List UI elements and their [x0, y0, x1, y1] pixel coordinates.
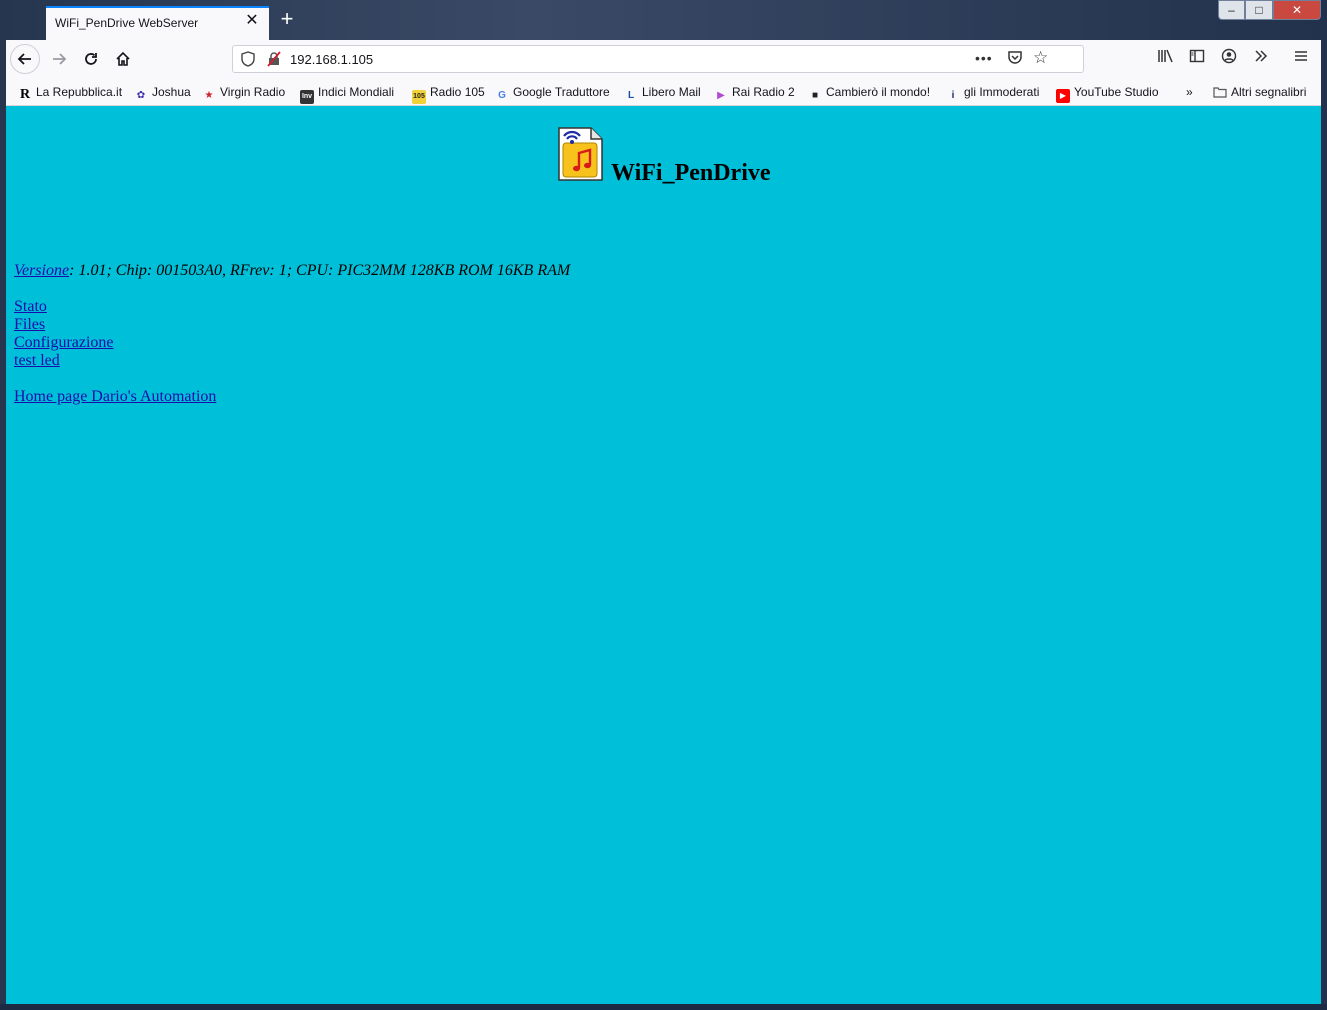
bookmark-favicon-icon: i	[951, 90, 955, 101]
bookmarks-toolbar: » Altri segnalibri R La Repubblica.it ✿ Jos…	[6, 78, 1321, 106]
link-stato[interactable]: Stato	[14, 298, 47, 316]
bookmark-label: Google Traduttore	[513, 85, 610, 99]
bookmark-favicon-icon: ■	[811, 90, 819, 101]
link-home-page[interactable]: Home page Dario's Automation	[14, 388, 216, 406]
bookmark-favicon-icon: L	[627, 90, 635, 101]
navigation-bar: 192.168.1.105 ••• ☆	[6, 40, 1321, 78]
bookmark-item[interactable]: ✿ Joshua	[134, 84, 191, 101]
bookmark-item[interactable]: i gli Immoderati	[946, 84, 1040, 101]
link-files[interactable]: Files	[14, 316, 45, 334]
bookmark-favicon-icon: ✿	[136, 90, 146, 101]
bookmark-label: Joshua	[152, 85, 191, 99]
bookmark-label: La Repubblica.it	[36, 85, 123, 99]
tab-strip: WiFi_PenDrive WebServer ✕ + – □ ✕	[0, 0, 1327, 40]
overflow-icon[interactable]	[1250, 48, 1272, 68]
page-title: WiFi_PenDrive	[611, 160, 771, 186]
browser-window: WiFi_PenDrive WebServer ✕ + – □ ✕ 192.16…	[0, 0, 1327, 1010]
forward-arrow-icon[interactable]	[44, 44, 74, 74]
window-frame-bottom	[0, 1004, 1327, 1010]
reload-icon[interactable]	[76, 44, 106, 74]
bookmark-label: YouTube Studio	[1074, 85, 1159, 99]
bookmark-item[interactable]: 105 Radio 105	[412, 84, 485, 104]
other-bookmarks-folder[interactable]: Altri segnalibri	[1213, 84, 1306, 100]
bookmark-item[interactable]: ▶ YouTube Studio	[1056, 84, 1159, 103]
link-configurazione[interactable]: Configurazione	[14, 334, 114, 352]
minimize-button[interactable]: –	[1218, 0, 1245, 20]
bookmark-label: Rai Radio 2	[732, 85, 795, 99]
bookmark-label: gli Immoderati	[964, 85, 1040, 99]
version-link[interactable]: Versione	[14, 262, 69, 279]
page-content: WiFi_PenDrive Versione: 1.01; Chip: 0015…	[6, 106, 1321, 1004]
tracking-shield-icon[interactable]	[241, 51, 257, 67]
back-arrow-icon[interactable]	[10, 44, 40, 74]
bookmark-label: Radio 105	[430, 85, 485, 99]
version-details: : 1.01; Chip: 001503A0, RFrev: 1; CPU: P…	[69, 262, 571, 279]
account-icon[interactable]	[1218, 48, 1240, 68]
close-icon[interactable]: ✕	[244, 13, 260, 29]
pocket-icon[interactable]	[1007, 49, 1023, 69]
bookmark-item[interactable]: ▶ Rai Radio 2	[714, 84, 795, 101]
other-bookmarks-label: Altri segnalibri	[1231, 85, 1307, 99]
bookmark-label: Libero Mail	[642, 85, 701, 99]
home-icon[interactable]	[108, 44, 138, 74]
maximize-button[interactable]: □	[1245, 0, 1273, 20]
page-actions-icon[interactable]: •••	[975, 50, 993, 66]
bookmark-item[interactable]: R La Repubblica.it	[18, 84, 123, 102]
bookmark-item[interactable]: ★ Virgin Radio	[202, 84, 286, 101]
bookmark-label: Virgin Radio	[220, 85, 286, 99]
bookmark-favicon-icon: R	[19, 87, 31, 102]
tab-active[interactable]: WiFi_PenDrive WebServer ✕	[46, 6, 269, 40]
folder-icon	[1213, 86, 1227, 100]
url-text[interactable]: 192.168.1.105	[290, 52, 373, 67]
bookmark-favicon-icon: ▶	[1056, 89, 1070, 103]
bookmark-favicon-icon: ★	[204, 90, 214, 101]
insecure-connection-icon[interactable]	[267, 51, 283, 67]
tab-title: WiFi_PenDrive WebServer	[55, 16, 199, 30]
bookmark-label: Indici Mondiali	[318, 85, 395, 99]
bookmark-favicon-icon: ▶	[717, 90, 725, 101]
sidebar-icon[interactable]	[1186, 48, 1208, 68]
window-close-button[interactable]: ✕	[1273, 0, 1321, 20]
hamburger-menu-icon[interactable]	[1290, 48, 1312, 68]
bookmark-item[interactable]: Inv Indici Mondiali	[300, 84, 395, 104]
new-tab-button[interactable]: +	[276, 8, 298, 30]
music-file-wifi-logo	[557, 126, 604, 182]
version-info: Versione: 1.01; Chip: 001503A0, RFrev: 1…	[14, 262, 570, 280]
address-bar[interactable]: 192.168.1.105 ••• ☆	[232, 45, 1084, 73]
bookmarks-overflow-icon[interactable]: »	[1186, 84, 1193, 100]
library-icon[interactable]	[1155, 48, 1177, 68]
bookmark-item[interactable]: L Libero Mail	[624, 84, 701, 101]
bookmark-item[interactable]: G Google Traduttore	[495, 84, 610, 101]
bookmark-item[interactable]: ■ Cambierò il mondo!	[808, 84, 931, 101]
bookmark-label: Cambierò il mondo!	[826, 85, 931, 99]
bookmark-favicon-icon: Inv	[300, 90, 314, 104]
bookmark-star-icon[interactable]: ☆	[1033, 48, 1048, 68]
bookmark-favicon-icon: G	[498, 90, 506, 101]
link-test-led[interactable]: test led	[14, 352, 60, 370]
bookmark-favicon-icon: 105	[412, 90, 426, 104]
